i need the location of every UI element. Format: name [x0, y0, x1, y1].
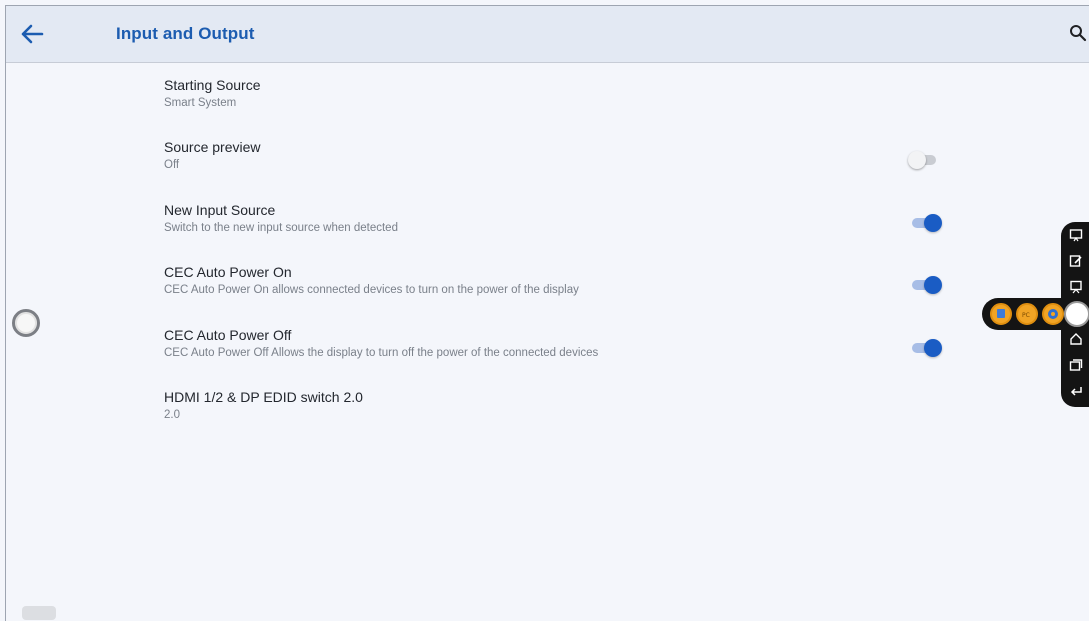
- cec-auto-power-off-toggle[interactable]: [908, 338, 942, 358]
- setting-cec-auto-power-on[interactable]: CEC Auto Power On CEC Auto Power On allo…: [6, 264, 1089, 322]
- multitask-icon[interactable]: [1069, 358, 1083, 372]
- source-preview-toggle[interactable]: [908, 150, 942, 170]
- toggle-thumb: [924, 276, 942, 294]
- setting-title: CEC Auto Power Off: [164, 327, 292, 343]
- screen-share-icon[interactable]: [1069, 280, 1083, 294]
- setting-subtitle: Switch to the new input source when dete…: [164, 222, 398, 234]
- setting-starting-source[interactable]: Starting Source Smart System: [6, 77, 1089, 135]
- setting-subtitle: CEC Auto Power On allows connected devic…: [164, 284, 579, 296]
- home-icon[interactable]: [1069, 332, 1083, 346]
- app-pc-icon[interactable]: PC: [1016, 303, 1038, 325]
- setting-title: Source preview: [164, 139, 261, 155]
- toggle-thumb: [908, 151, 926, 169]
- toggle-thumb: [924, 339, 942, 357]
- setting-edid-switch[interactable]: HDMI 1/2 & DP EDID switch 2.0 2.0: [6, 389, 1089, 447]
- app-bar: Input and Output: [6, 6, 1089, 63]
- settings-list: Starting Source Smart System Source prev…: [6, 63, 1089, 621]
- setting-subtitle: Smart System: [164, 97, 237, 109]
- navigation-hint: [22, 606, 56, 620]
- app-one-icon[interactable]: [990, 303, 1012, 325]
- setting-subtitle: CEC Auto Power Off Allows the display to…: [164, 347, 599, 359]
- quick-launch-bar: PC: [982, 298, 1089, 330]
- settings-window: Input and Output Starting Source Smart S…: [5, 5, 1089, 621]
- page-title: Input and Output: [116, 24, 255, 43]
- arrow-left-icon: [21, 24, 44, 44]
- annotate-icon[interactable]: [1069, 254, 1083, 268]
- floating-menu-icon[interactable]: [1064, 301, 1089, 327]
- new-input-source-toggle[interactable]: [908, 213, 942, 233]
- search-button[interactable]: [1069, 24, 1089, 44]
- setting-cec-auto-power-off[interactable]: CEC Auto Power Off CEC Auto Power Off Al…: [6, 327, 1089, 385]
- setting-title: HDMI 1/2 & DP EDID switch 2.0: [164, 389, 363, 405]
- setting-title: CEC Auto Power On: [164, 264, 292, 280]
- setting-new-input-source[interactable]: New Input Source Switch to the new input…: [6, 202, 1089, 260]
- back-button[interactable]: [16, 18, 48, 50]
- search-icon: [1070, 25, 1087, 42]
- toggle-thumb: [924, 214, 942, 232]
- setting-subtitle: 2.0: [164, 409, 180, 421]
- svg-text:PC: PC: [1022, 312, 1030, 319]
- cec-auto-power-on-toggle[interactable]: [908, 275, 942, 295]
- settings-gear-icon[interactable]: [1042, 303, 1064, 325]
- floating-ball-button[interactable]: [12, 309, 40, 337]
- setting-title: Starting Source: [164, 77, 261, 93]
- setting-source-preview[interactable]: Source preview Off: [6, 139, 1089, 197]
- setting-title: New Input Source: [164, 202, 276, 218]
- setting-subtitle: Off: [164, 159, 180, 171]
- back-icon[interactable]: [1069, 384, 1083, 398]
- whiteboard-icon[interactable]: [1069, 228, 1083, 242]
